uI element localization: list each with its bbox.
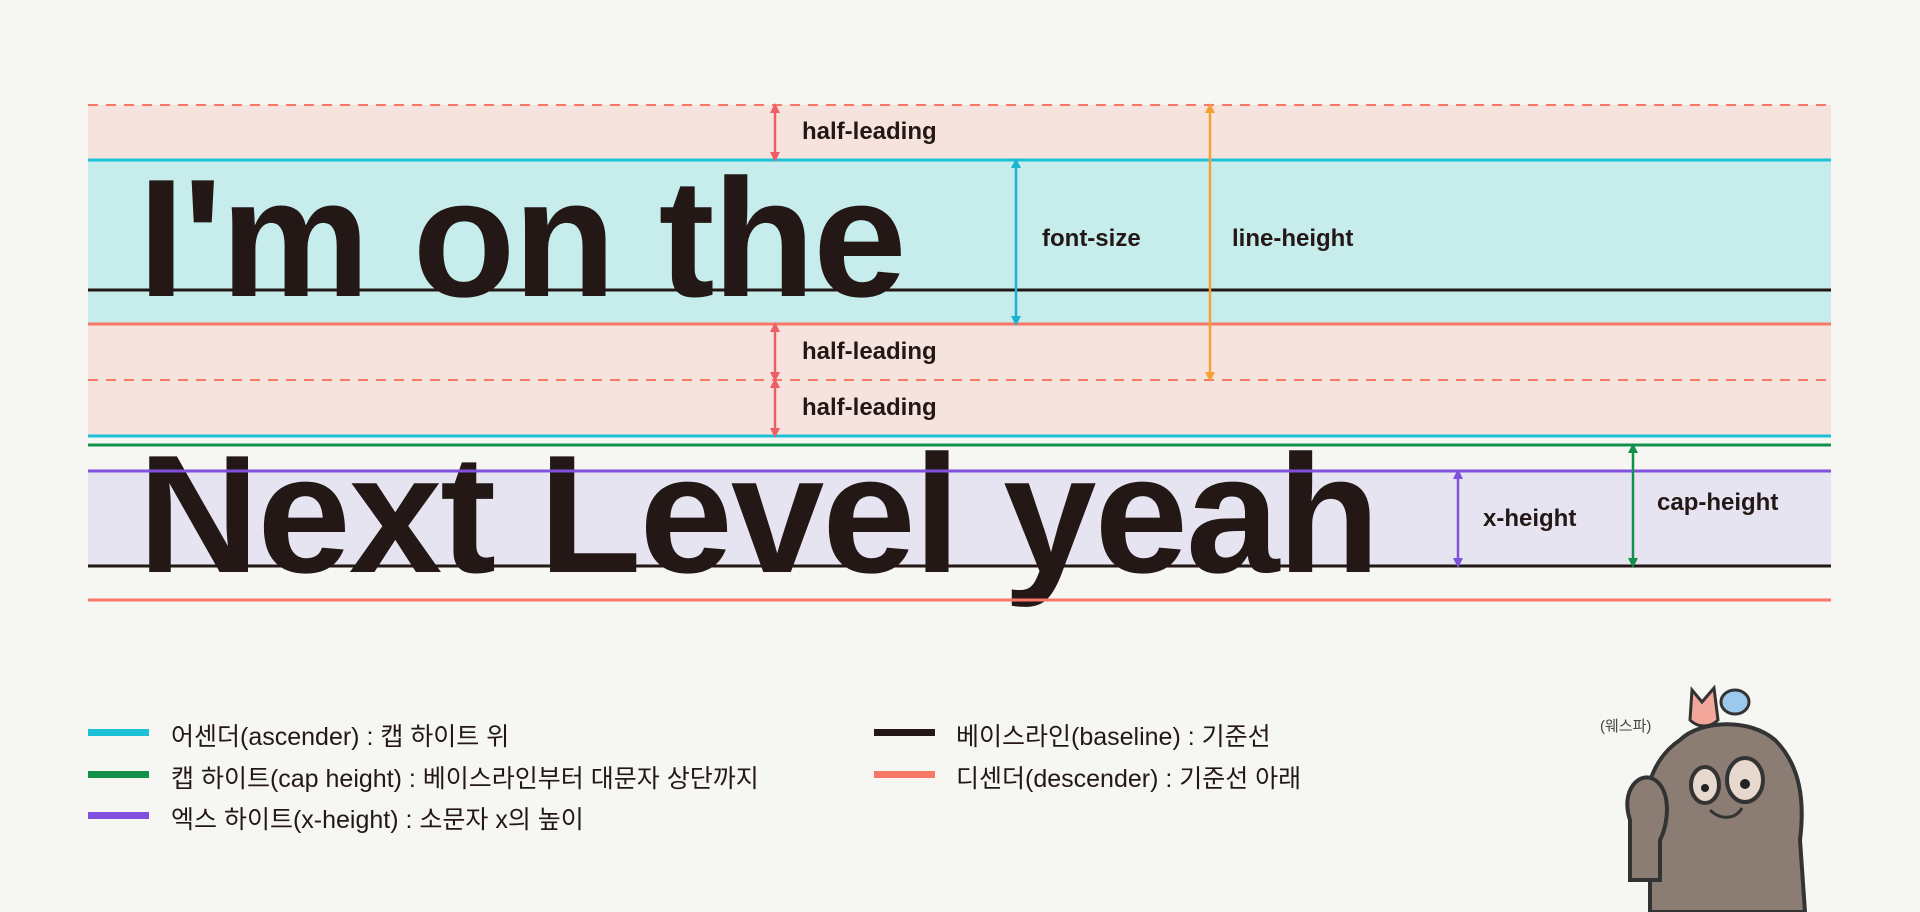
font-size-label: font-size <box>1042 225 1141 252</box>
legend-label-x-height: 엑스 하이트(x-height) : 소문자 x의 높이 <box>171 806 584 834</box>
half-leading-label-top: half-leading <box>802 118 937 145</box>
half-leading-label-next: half-leading <box>802 394 937 421</box>
cap-height-label: cap-height <box>1657 489 1779 516</box>
legend-label-baseline: 베이스라인(baseline) : 기준선 <box>956 723 1271 751</box>
mascot-illustration <box>1625 684 1808 912</box>
half-leading-label-mid: half-leading <box>802 338 937 365</box>
legend-label-cap-height: 캡 하이트(cap height) : 베이스라인부터 대문자 상단까지 <box>171 765 759 793</box>
legend-swatch-x-height <box>88 812 149 819</box>
legend-swatch-cap-height <box>88 771 149 778</box>
line-height-label: line-height <box>1232 225 1354 252</box>
x-height-label: x-height <box>1483 505 1577 532</box>
legend-label-descender: 디센더(descender) : 기준선 아래 <box>956 765 1302 793</box>
legend-swatch-descender <box>874 771 935 778</box>
legend-swatch-baseline <box>874 729 935 736</box>
legend-label-ascender: 어센더(ascender) : 캡 하이트 위 <box>171 723 510 751</box>
legend-swatch-ascender <box>88 729 149 736</box>
